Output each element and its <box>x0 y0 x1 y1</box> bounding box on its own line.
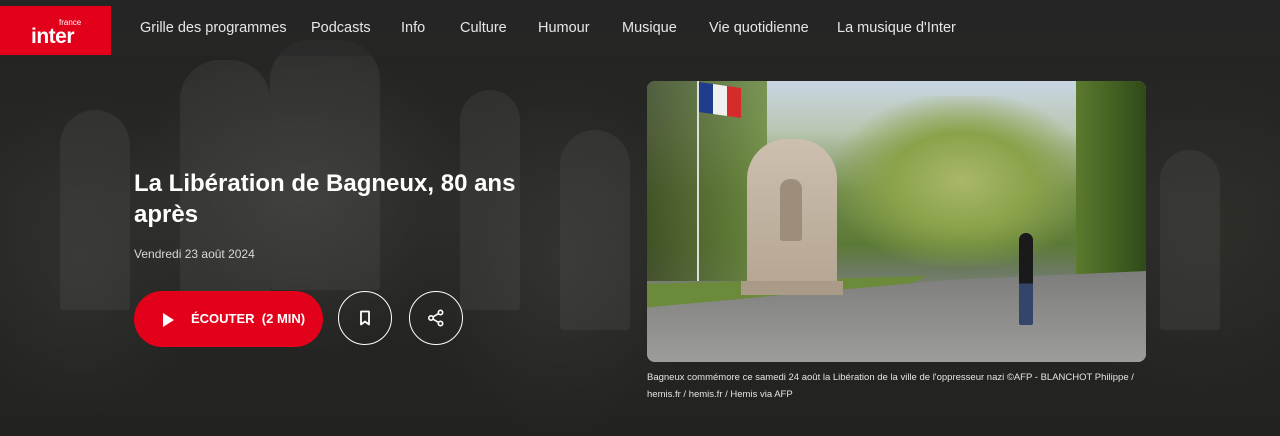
nav-item-musique[interactable]: Musique <box>622 20 677 36</box>
share-button[interactable] <box>409 291 463 345</box>
share-icon <box>427 309 444 327</box>
nav-item-vie-quotidienne[interactable]: Vie quotidienne <box>709 20 809 36</box>
top-navigation: france inter Grille des programmes Podca… <box>0 0 1280 56</box>
france-inter-logo[interactable]: france inter <box>0 6 111 55</box>
nav-item-podcasts[interactable]: Podcasts <box>311 20 371 36</box>
listen-duration: (2 MIN) <box>261 311 306 326</box>
nav-item-humour[interactable]: Humour <box>538 20 590 36</box>
image-caption: Bagneux commémore ce samedi 24 août la L… <box>647 372 1134 400</box>
listen-button[interactable]: ÉCOUTER (2 MIN) <box>134 291 323 347</box>
article-image <box>647 81 1146 362</box>
nav-item-musique-inter[interactable]: La musique d'Inter <box>837 20 956 36</box>
bookmark-button[interactable] <box>338 291 392 345</box>
article-date: Vendredi 23 août 2024 <box>134 247 255 261</box>
nav-item-grille[interactable]: Grille des programmes <box>140 20 287 36</box>
play-icon <box>163 313 174 327</box>
bookmark-icon <box>360 310 370 326</box>
nav-item-culture[interactable]: Culture <box>460 20 507 36</box>
listen-label: ÉCOUTER (2 MIN) <box>191 311 305 326</box>
article-title: La Libération de Bagneux, 80 ans après <box>134 170 516 228</box>
listen-text: ÉCOUTER <box>191 311 255 326</box>
nav-item-info[interactable]: Info <box>401 20 425 36</box>
logo-big-text: inter <box>31 25 75 48</box>
